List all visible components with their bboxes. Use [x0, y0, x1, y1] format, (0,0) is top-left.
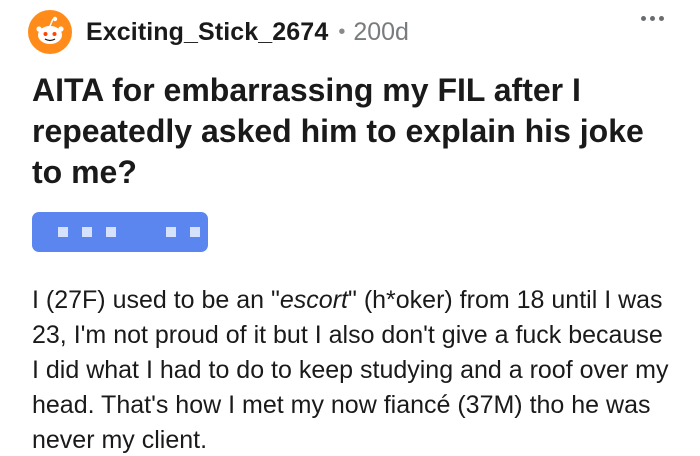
- reddit-post: Exciting_Stick_2674 • 200d AITA for emba…: [0, 0, 700, 456]
- reddit-snoo-avatar-icon[interactable]: [28, 10, 72, 54]
- meta-separator: •: [338, 20, 346, 43]
- post-body: I (27F) used to be an "escort" (h*oker) …: [32, 283, 672, 456]
- post-flair-blurred[interactable]: [32, 212, 208, 252]
- post-title[interactable]: AITA for embarrassing my FIL after I rep…: [32, 70, 672, 193]
- body-text-start: I (27F) used to be an ": [32, 286, 280, 314]
- post-header: Exciting_Stick_2674 • 200d: [28, 10, 672, 54]
- body-text-italic: escort: [279, 286, 348, 314]
- author-username[interactable]: Exciting_Stick_2674: [86, 18, 328, 47]
- more-options-icon[interactable]: [641, 16, 664, 21]
- flair-text: [32, 212, 208, 252]
- post-age: 200d: [353, 17, 409, 46]
